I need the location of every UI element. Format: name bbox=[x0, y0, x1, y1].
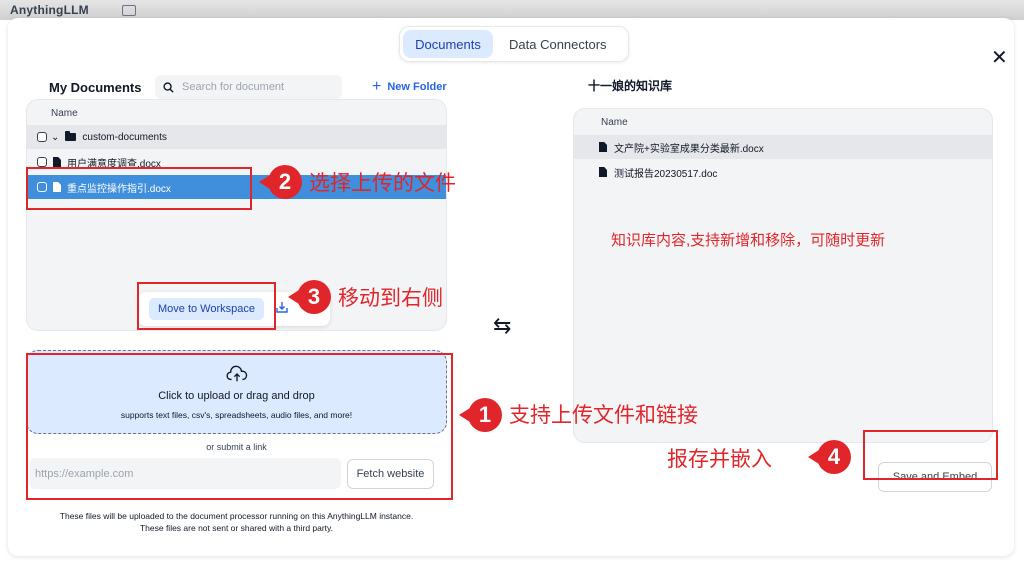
search-input[interactable] bbox=[182, 81, 332, 93]
file-icon bbox=[599, 167, 607, 177]
file-icon bbox=[53, 157, 61, 167]
annotation-text-step1: 支持上传文件和链接 bbox=[509, 404, 698, 427]
column-header-name: Name bbox=[51, 108, 78, 119]
new-folder-label: New Folder bbox=[387, 81, 447, 93]
page: AnythingLLM Documents Data Connectors ✕ … bbox=[0, 0, 1024, 579]
annotation-badge-step2: 2 bbox=[259, 165, 302, 199]
row-checkbox[interactable] bbox=[37, 132, 47, 142]
window-button[interactable] bbox=[122, 5, 136, 16]
annotation-box-step2 bbox=[26, 167, 252, 210]
file-name: 文产院+实验室成果分类最新.docx bbox=[614, 143, 764, 155]
row-checkbox[interactable] bbox=[37, 157, 47, 167]
app-title: AnythingLLM bbox=[10, 3, 89, 17]
plus-icon: + bbox=[372, 78, 382, 95]
swap-arrows-icon: ⇆ bbox=[493, 313, 512, 338]
footnote-line: These files will be uploaded to the docu… bbox=[59, 511, 414, 521]
annotation-text-step4: 报存并嵌入 bbox=[667, 448, 772, 471]
workspace-file-row[interactable]: 文产院+实验室成果分类最新.docx bbox=[574, 135, 992, 159]
folder-icon bbox=[65, 131, 77, 141]
column-header-name: Name bbox=[601, 117, 628, 128]
folder-row[interactable]: ⌄ custom-documents bbox=[27, 125, 446, 149]
my-documents-title: My Documents bbox=[49, 80, 142, 95]
annotation-text-step2: 选择上传的文件 bbox=[309, 172, 456, 195]
search-icon bbox=[163, 81, 174, 93]
workspace-file-row[interactable]: 测试报告20230517.doc bbox=[574, 160, 992, 184]
tab-bar: Documents Data Connectors bbox=[399, 26, 629, 62]
annotation-box-step3 bbox=[137, 282, 276, 330]
file-name: 测试报告20230517.doc bbox=[614, 168, 718, 180]
new-folder-button[interactable]: + New Folder bbox=[372, 79, 447, 95]
workspace-documents-panel: Name 文产院+实验室成果分类最新.docx 测试报告20230517.doc bbox=[573, 108, 993, 443]
folder-name: custom-documents bbox=[82, 131, 167, 143]
annotation-badge-step1: 1 bbox=[459, 398, 502, 432]
annotation-text-step3: 移动到右侧 bbox=[338, 287, 443, 310]
knowledge-base-note: 知识库内容,支持新增和移除，可随时更新 bbox=[611, 232, 886, 249]
annotation-badge-step4: 4 bbox=[808, 440, 851, 474]
upload-footnote: These files will be uploaded to the docu… bbox=[26, 510, 447, 534]
move-file-icon[interactable] bbox=[275, 300, 289, 314]
workspace-title: 十一娘的知识库 bbox=[588, 79, 673, 93]
close-icon[interactable]: ✕ bbox=[991, 48, 1008, 68]
tab-data-connectors[interactable]: Data Connectors bbox=[497, 30, 619, 58]
annotation-box-step1 bbox=[26, 353, 453, 500]
footnote-line: These files are not sent or shared with … bbox=[139, 523, 334, 533]
annotation-badge-step3: 3 bbox=[288, 280, 331, 314]
window-titlebar: AnythingLLM bbox=[0, 0, 1024, 20]
annotation-box-step4 bbox=[863, 430, 998, 480]
tab-documents[interactable]: Documents bbox=[403, 30, 493, 58]
chevron-down-icon[interactable]: ⌄ bbox=[51, 132, 59, 143]
document-search[interactable] bbox=[155, 75, 342, 99]
file-icon bbox=[599, 142, 607, 152]
